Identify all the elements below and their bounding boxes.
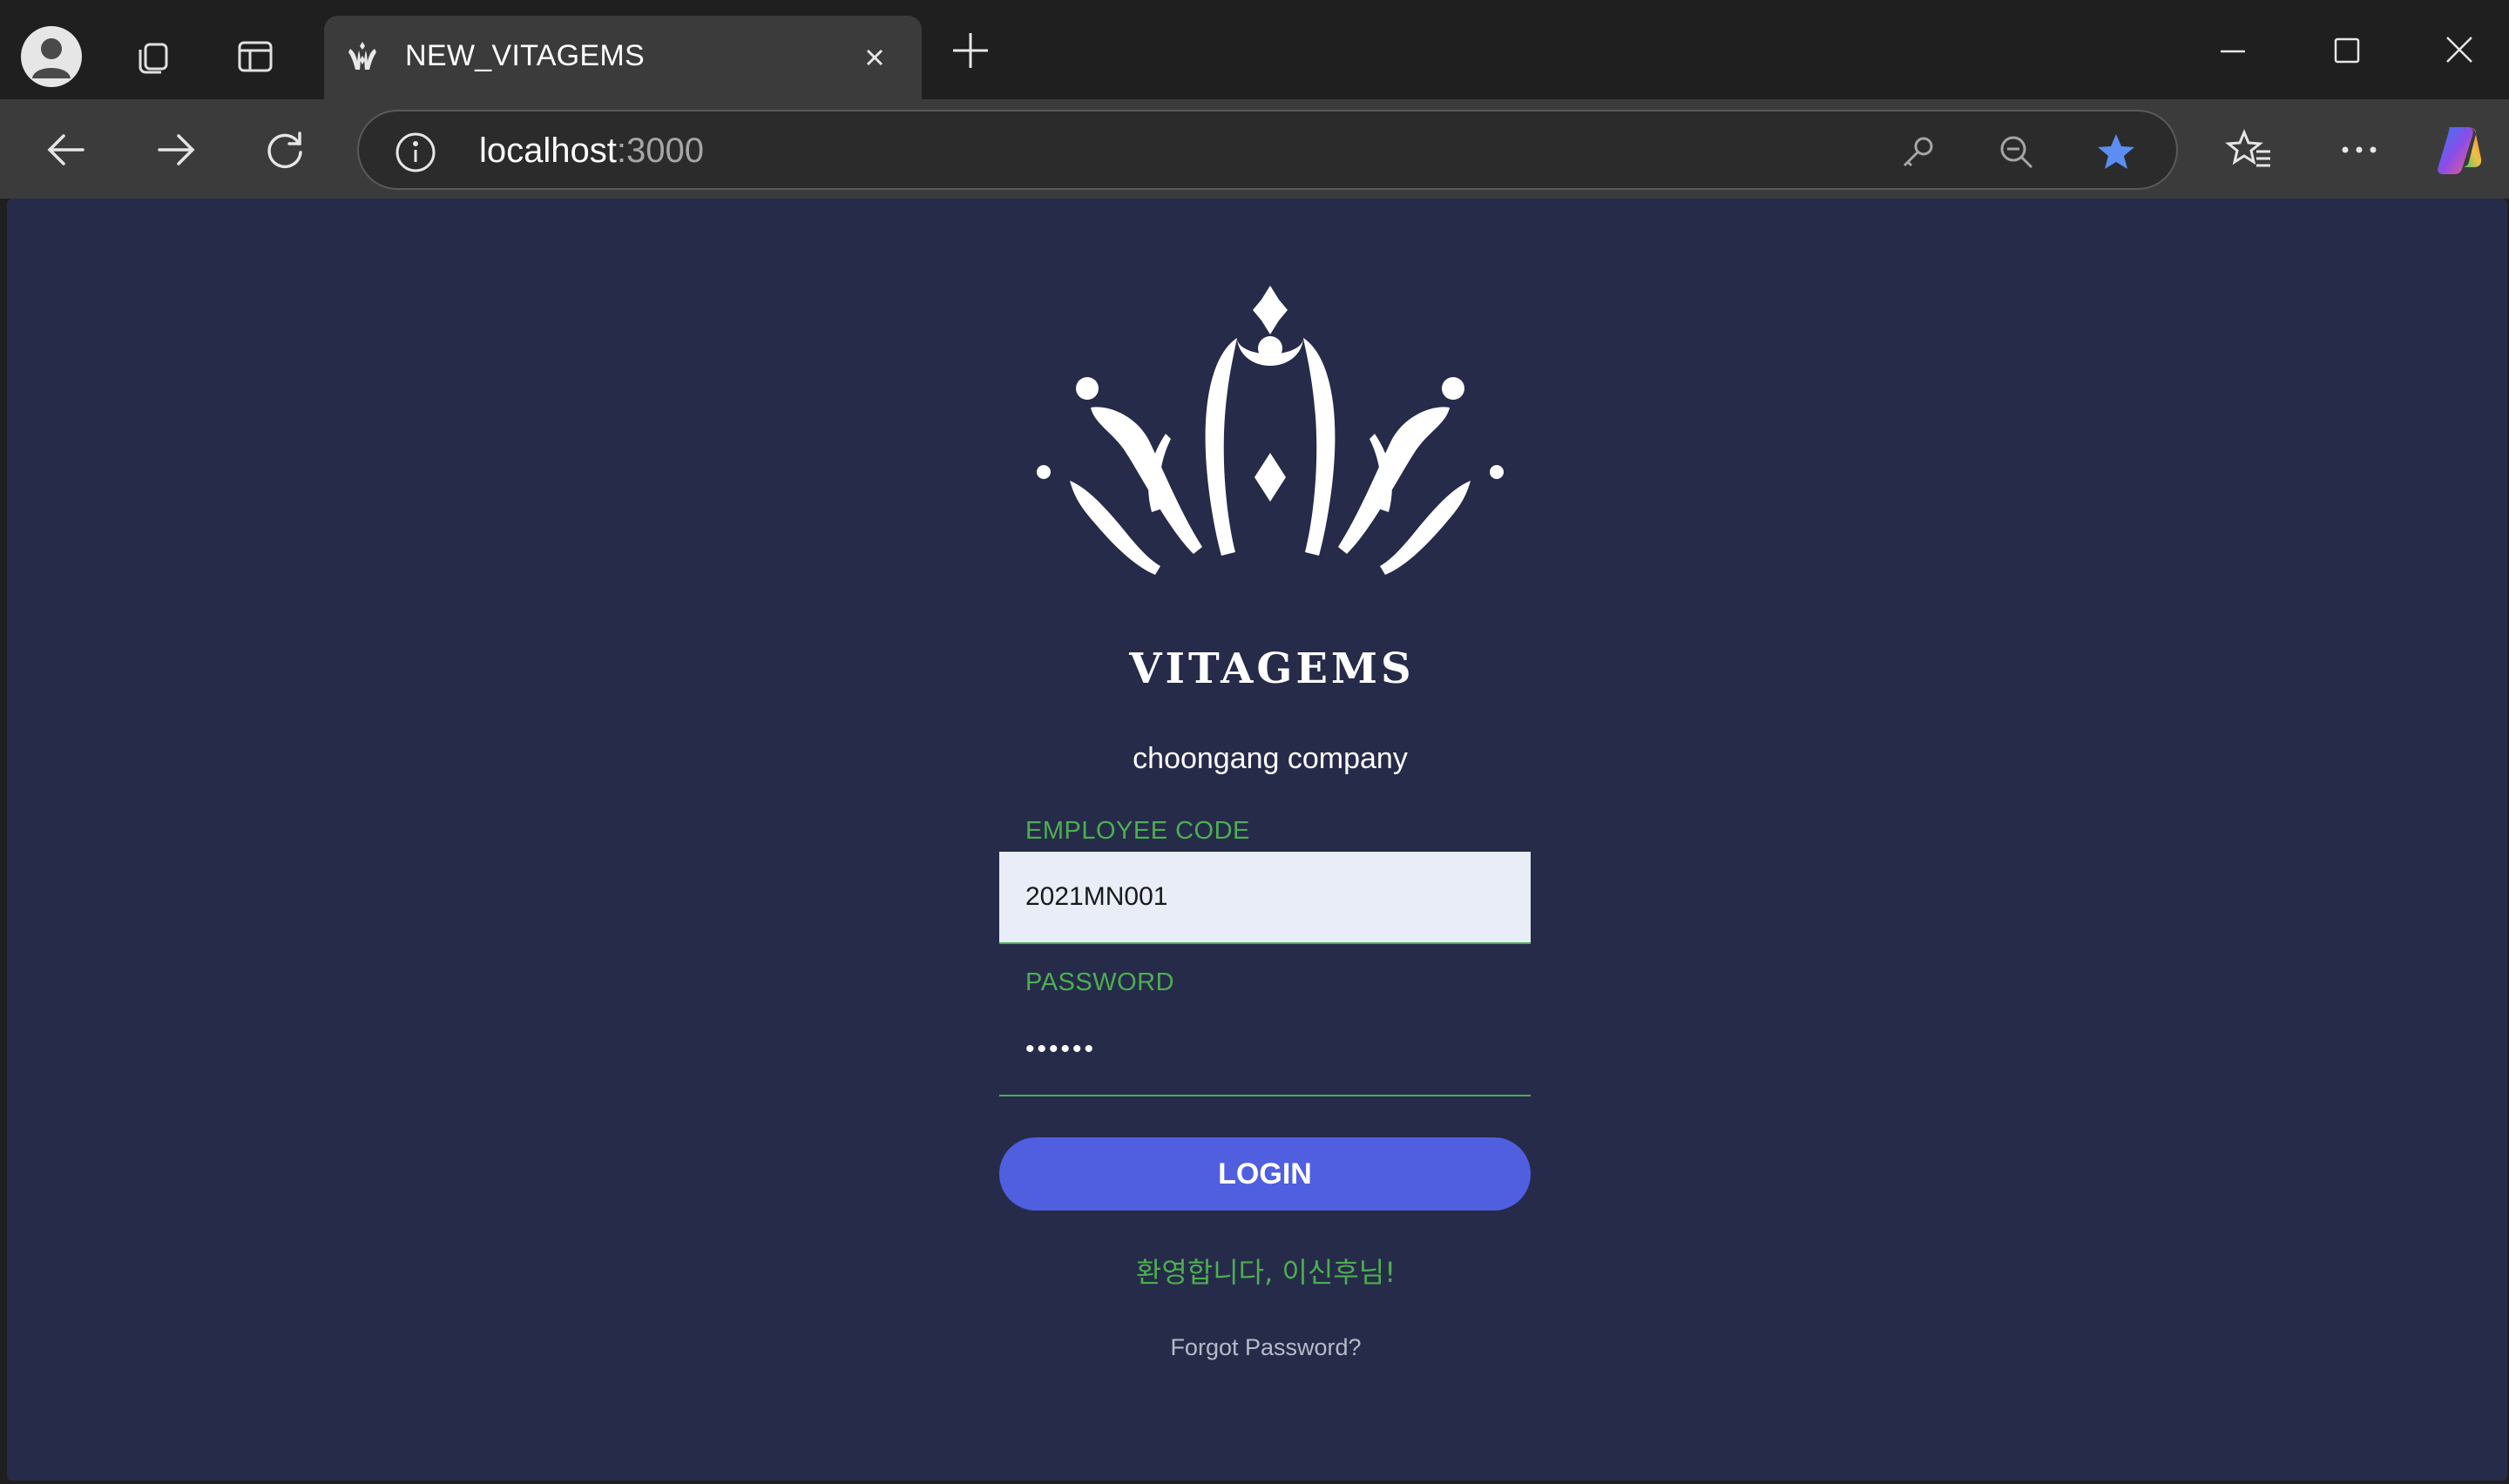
- new-tab-plus-icon[interactable]: [946, 26, 995, 79]
- company-name: choongang company: [1133, 742, 1408, 775]
- password-key-icon[interactable]: [1896, 131, 1939, 174]
- forward-arrow-icon[interactable]: [148, 122, 204, 178]
- welcome-message: 환영합니다, 이신후님!: [1135, 1256, 1397, 1289]
- vertical-tabs-icon[interactable]: [214, 16, 296, 98]
- tab-close-icon[interactable]: [855, 38, 894, 81]
- browser-titlebar: NEW_VITAGEMS: [0, 0, 2509, 99]
- browser-toolbar: localhost:3000: [0, 99, 2509, 199]
- zoom-out-icon[interactable]: [1995, 131, 2039, 174]
- site-info-icon[interactable]: [394, 131, 437, 174]
- address-bar[interactable]: localhost:3000: [357, 110, 2178, 190]
- employee-code-label: EMPLOYEE CODE: [1025, 817, 1250, 845]
- vitagems-favicon-icon: [343, 38, 382, 81]
- tab-title: NEW_VITAGEMS: [405, 39, 646, 72]
- forgot-password-link[interactable]: Forgot Password?: [1052, 1334, 1479, 1361]
- password-label: PASSWORD: [1025, 968, 1175, 996]
- profile-avatar-icon[interactable]: [21, 26, 82, 87]
- more-menu-icon[interactable]: [2331, 122, 2387, 178]
- active-tab[interactable]: NEW_VITAGEMS: [324, 16, 922, 99]
- minimize-icon[interactable]: [2185, 19, 2281, 80]
- url-host: localhost: [479, 132, 617, 170]
- copilot-icon[interactable]: [2432, 122, 2488, 178]
- login-page: VITAGEMS choongang company EMPLOYEE CODE…: [7, 199, 2507, 1481]
- close-window-icon[interactable]: [2411, 19, 2507, 80]
- url-port: :3000: [616, 132, 704, 170]
- password-input[interactable]: [999, 1004, 1531, 1096]
- maximize-icon[interactable]: [2298, 19, 2394, 80]
- refresh-icon[interactable]: [258, 122, 314, 178]
- login-button[interactable]: LOGIN: [999, 1137, 1531, 1211]
- back-arrow-icon[interactable]: [38, 122, 94, 178]
- address-text: localhost:3000: [479, 132, 704, 171]
- workspaces-icon[interactable]: [112, 16, 193, 98]
- employee-code-input[interactable]: [999, 852, 1531, 944]
- vitagems-logo-icon: [1035, 286, 1505, 599]
- favorite-star-icon[interactable]: [2094, 131, 2138, 174]
- brand-name: VITAGEMS: [1129, 644, 1415, 693]
- favorites-list-icon[interactable]: [2222, 122, 2277, 178]
